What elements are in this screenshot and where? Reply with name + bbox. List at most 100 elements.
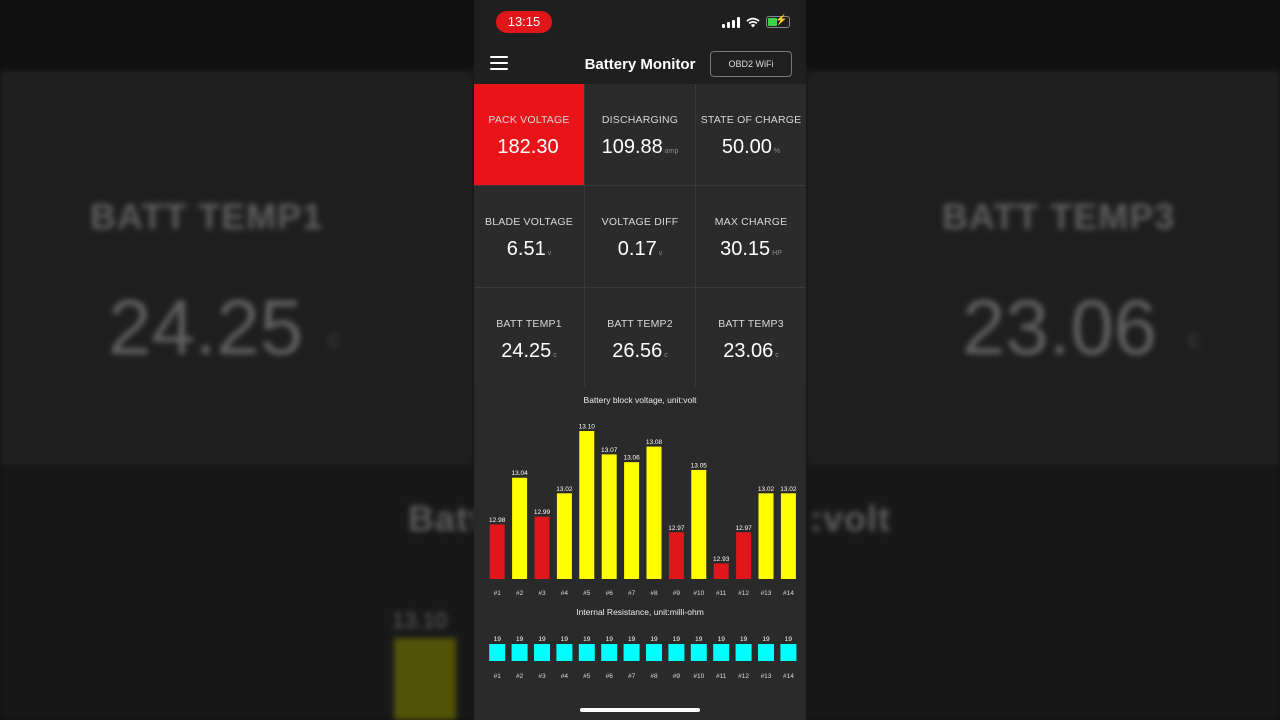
metric-label: BATT TEMP2 — [607, 318, 673, 330]
voltage-category-label: #1 — [494, 590, 502, 597]
voltage-chart-title: Battery block voltage, unit:volt — [583, 395, 697, 405]
voltage-bar-value-label: 13.06 — [623, 455, 640, 462]
metric-unit: c — [775, 352, 779, 359]
bg-bar — [394, 638, 456, 720]
resistance-category-label: #1 — [494, 673, 502, 680]
resistance-bar — [534, 644, 550, 661]
voltage-bar-value-label: 13.02 — [556, 486, 573, 493]
voltage-bar — [758, 493, 774, 579]
voltage-category-label: #10 — [693, 590, 704, 597]
metric-label: MAX CHARGE — [714, 216, 788, 228]
voltage-bar-value-label: 12.97 — [735, 525, 752, 532]
voltage-bar — [624, 462, 640, 579]
metric-tile-blade-voltage[interactable]: BLADE VOLTAGE 6.51 v — [474, 186, 584, 287]
metric-tile-max-charge[interactable]: MAX CHARGE 30.15 HP — [696, 186, 806, 287]
voltage-bar — [646, 446, 662, 579]
resistance-bar — [758, 644, 774, 661]
bg-right-unit: c — [1188, 326, 1200, 353]
resistance-bar — [601, 644, 618, 661]
metric-label: PACK VOLTAGE — [488, 114, 570, 126]
metric-value-row: 182.30 — [474, 136, 584, 159]
bg-bar-label: 13.10 — [392, 608, 448, 633]
resistance-category-label: #4 — [561, 673, 569, 680]
metric-value: 109.88 — [601, 136, 663, 158]
metric-tile-batt-temp3[interactable]: BATT TEMP3 23.06 c — [696, 288, 806, 389]
metric-label: BATT TEMP3 — [718, 318, 784, 330]
bg-panel — [806, 70, 1280, 465]
voltage-category-label: #7 — [628, 590, 636, 597]
resistance-category-label: #5 — [583, 673, 591, 680]
metrics-grid: PACK VOLTAGE 182.30 DISCHARGING 109.88 amp ST… — [474, 84, 806, 389]
metric-tile-batt-temp1[interactable]: BATT TEMP1 24.25 c — [474, 288, 584, 389]
status-time[interactable]: 13:15 — [496, 11, 552, 33]
voltage-bar-value-label: 12.97 — [668, 525, 685, 532]
home-indicator[interactable] — [580, 708, 700, 712]
voltage-bar — [489, 524, 505, 579]
obd2-wifi-button[interactable]: OBD2 WiFi — [710, 51, 792, 77]
metric-unit: % — [773, 148, 781, 155]
metric-unit: c — [664, 352, 668, 359]
resistance-category-label: #8 — [650, 673, 658, 680]
voltage-bar — [736, 532, 752, 579]
resistance-chart-title: Internal Resistance, unit:milli-ohm — [576, 607, 704, 617]
voltage-bar — [556, 493, 572, 579]
voltage-bar — [601, 454, 617, 579]
phone-screen: 13:15 ⚡ Battery Monitor OBD2 WiFi PACK V… — [474, 0, 806, 720]
bg-left-label: BATT TEMP1 — [90, 196, 324, 237]
resistance-bar-value-label: 19 — [740, 636, 748, 643]
cellular-signal-icon — [722, 16, 740, 28]
bg-bottom-text-right: :volt — [810, 498, 891, 539]
resistance-bar — [735, 644, 752, 661]
voltage-category-label: #5 — [583, 590, 591, 597]
resistance-bar-value-label: 19 — [583, 636, 591, 643]
bg-right-label: BATT TEMP3 — [942, 196, 1176, 237]
resistance-bar-value-label: 19 — [762, 636, 770, 643]
voltage-bar — [691, 469, 707, 579]
metric-value-row: 30.15 HP — [696, 238, 806, 261]
resistance-bar-value-label: 19 — [516, 636, 524, 643]
metric-value: 6.51 — [506, 238, 546, 260]
resistance-category-label: #6 — [606, 673, 614, 680]
metric-unit: c — [553, 352, 557, 359]
resistance-category-label: #12 — [738, 673, 749, 680]
metric-label: BLADE VOLTAGE — [485, 216, 573, 228]
metric-label: STATE OF CHARGE — [700, 114, 802, 126]
metric-tile-batt-temp2[interactable]: BATT TEMP2 26.56 c — [585, 288, 695, 389]
resistance-bar — [489, 644, 506, 661]
bg-right-value: 23.06 — [962, 283, 1158, 371]
metric-value-row: 6.51 v — [474, 238, 584, 261]
blurred-background-left: BATT TEMP1 24.25 c Batt 13.10 — [0, 0, 474, 720]
resistance-category-label: #3 — [538, 673, 546, 680]
metric-tile-voltage-diff[interactable]: VOLTAGE DIFF 0.17 v — [585, 186, 695, 287]
resistance-bar — [578, 644, 595, 661]
bg-left-value: 24.25 — [108, 283, 304, 371]
resistance-bar-chart: 19 #1 19 #2 19 #3 19 #4 19 #5 19 #6 19 #7 19 #8 19 #9 19 #1… — [489, 636, 797, 680]
metric-tile-discharging[interactable]: DISCHARGING 109.88 amp — [585, 84, 695, 185]
bg-panel — [0, 70, 474, 465]
resistance-bar — [623, 644, 640, 661]
status-icons: ⚡ — [722, 15, 790, 28]
resistance-bar-value-label: 19 — [718, 636, 726, 643]
metric-value-row: 50.00% — [696, 136, 806, 159]
resistance-bar-value-label: 19 — [695, 636, 703, 643]
metric-tile-pack-voltage[interactable]: PACK VOLTAGE 182.30 — [474, 84, 584, 185]
wifi-icon — [746, 17, 760, 27]
resistance-bar-value-label: 19 — [606, 636, 614, 643]
metric-value: 23.06 — [723, 340, 774, 362]
resistance-bar-value-label: 19 — [673, 636, 681, 643]
resistance-category-label: #11 — [716, 673, 727, 680]
resistance-bar — [668, 644, 685, 661]
bg-bottom-text-left: Batt — [408, 498, 474, 539]
voltage-bar — [534, 516, 550, 579]
resistance-category-label: #2 — [516, 673, 524, 680]
metric-unit: HP — [772, 250, 782, 257]
metric-unit: v — [658, 250, 663, 257]
voltage-bar-value-label: 13.07 — [601, 447, 618, 454]
resistance-bar-value-label: 19 — [785, 636, 793, 643]
voltage-bar-value-label: 13.02 — [780, 486, 797, 493]
metric-tile-state-of-charge[interactable]: STATE OF CHARGE 50.00% — [696, 84, 806, 185]
resistance-bar — [556, 644, 573, 661]
metric-value-row: 0.17 v — [585, 238, 695, 261]
voltage-category-label: #12 — [738, 590, 749, 597]
metric-label: BATT TEMP1 — [496, 318, 562, 330]
